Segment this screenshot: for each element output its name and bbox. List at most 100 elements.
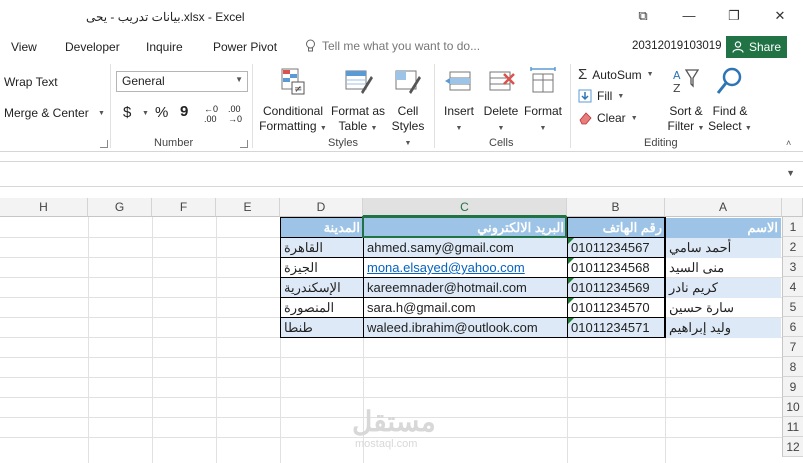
- alignment-launcher-icon[interactable]: [100, 140, 108, 148]
- column-header-g[interactable]: G: [88, 198, 152, 217]
- decrease-decimal-button[interactable]: .00 →0: [228, 104, 250, 124]
- row-header[interactable]: 1: [782, 217, 803, 237]
- cell-styles-button[interactable]: Cell Styles ▼: [388, 66, 428, 151]
- header-cell-phone[interactable]: رقم الهاتف: [568, 218, 665, 238]
- tab-developer[interactable]: Developer: [65, 40, 120, 54]
- format-button[interactable]: Format ▼: [522, 66, 564, 136]
- row-header[interactable]: 12: [782, 437, 803, 457]
- error-indicator-icon[interactable]: [568, 298, 574, 304]
- phone-cell[interactable]: 01011234567: [568, 238, 665, 258]
- phone-cell[interactable]: 01011234571: [568, 318, 665, 338]
- minimize-icon[interactable]: —: [674, 6, 704, 26]
- tab-power-pivot[interactable]: Power Pivot: [213, 40, 277, 54]
- merge-caret-icon[interactable]: ▼: [98, 110, 105, 117]
- merge-center-button[interactable]: Merge & Center: [4, 106, 89, 120]
- city-cell[interactable]: المنصورة: [281, 298, 363, 318]
- row-header[interactable]: 7: [782, 337, 803, 357]
- select-all-corner[interactable]: [782, 198, 803, 217]
- error-indicator-icon[interactable]: [568, 238, 574, 244]
- restore-icon[interactable]: ❐: [719, 6, 749, 26]
- error-indicator-icon[interactable]: [568, 278, 574, 284]
- email-cell[interactable]: waleed.ibrahim@outlook.com: [364, 318, 567, 338]
- column-header-c[interactable]: C: [363, 198, 567, 217]
- increase-decimal-button[interactable]: ←0 .00: [204, 104, 226, 124]
- chevron-down-icon: ▼: [697, 125, 705, 132]
- gridline: [0, 357, 782, 358]
- column-header-f[interactable]: F: [152, 198, 216, 217]
- row-header[interactable]: 4: [782, 277, 803, 297]
- lightbulb-icon: [306, 39, 315, 52]
- wrap-text-button[interactable]: Wrap Text: [4, 75, 58, 89]
- group-divider: [110, 64, 111, 148]
- conditional-formatting-button[interactable]: ≠ Conditional Formatting ▼: [258, 66, 328, 136]
- name-cell[interactable]: وليد إبراهيم: [666, 318, 781, 338]
- sort-label: Sort &: [669, 104, 703, 118]
- fill-button[interactable]: Fill ▼: [578, 89, 624, 103]
- share-button[interactable]: Share: [726, 36, 787, 58]
- city-cell[interactable]: القاهرة: [281, 238, 363, 258]
- row-header[interactable]: 5: [782, 297, 803, 317]
- gridline: [88, 217, 89, 463]
- autosum-button[interactable]: Σ AutoSum ▼: [578, 66, 654, 83]
- tab-view[interactable]: View: [11, 40, 37, 54]
- currency-caret-icon[interactable]: ▼: [142, 110, 149, 117]
- formula-bar[interactable]: ▼: [0, 161, 803, 187]
- header-cell-email[interactable]: البريد الالكتروني: [364, 218, 567, 238]
- email-cell[interactable]: sara.h@gmail.com: [364, 298, 567, 318]
- format-as-table-button[interactable]: Format as Table ▼: [330, 66, 386, 136]
- phone-cell[interactable]: 01011234568: [568, 258, 665, 278]
- header-cell-name[interactable]: الاسم: [666, 218, 781, 238]
- column-header-b[interactable]: B: [567, 198, 665, 217]
- table-border: [665, 217, 666, 338]
- styles-label: Styles: [391, 119, 425, 133]
- number-launcher-icon[interactable]: [240, 140, 248, 148]
- insert-button[interactable]: Insert ▼: [440, 66, 478, 136]
- sort-filter-icon: AZ: [673, 69, 700, 95]
- clear-button[interactable]: Clear ▼: [578, 111, 638, 125]
- column-header-d[interactable]: D: [280, 198, 363, 217]
- ribbon-display-icon[interactable]: ⧉: [628, 6, 658, 26]
- chevron-down-icon: ▼: [235, 75, 243, 84]
- fill-label: Fill: [597, 89, 613, 103]
- name-cell[interactable]: كريم نادر: [666, 278, 781, 298]
- comma-style-button[interactable]: 9: [180, 103, 188, 120]
- row-header[interactable]: 2: [782, 237, 803, 257]
- window-title: بيانات تدريب - يحى.xlsx - Excel: [86, 10, 245, 24]
- currency-button[interactable]: $: [123, 104, 131, 121]
- collapse-ribbon-icon[interactable]: ˄: [786, 138, 791, 148]
- city-cell[interactable]: طنطا: [281, 318, 363, 338]
- column-header-h[interactable]: H: [0, 198, 88, 217]
- phone-cell[interactable]: 01011234570: [568, 298, 665, 318]
- name-cell[interactable]: سارة حسين: [666, 298, 781, 318]
- row-header[interactable]: 10: [782, 397, 803, 417]
- row-header[interactable]: 11: [782, 417, 803, 437]
- close-icon[interactable]: ✕: [765, 6, 795, 26]
- group-divider: [434, 64, 435, 148]
- email-cell[interactable]: kareemnader@hotmail.com: [364, 278, 567, 298]
- error-indicator-icon[interactable]: [568, 258, 574, 264]
- percent-button[interactable]: %: [155, 104, 168, 121]
- expand-formula-icon[interactable]: ▼: [786, 168, 795, 178]
- email-cell[interactable]: ahmed.samy@gmail.com: [364, 238, 567, 258]
- row-header[interactable]: 8: [782, 357, 803, 377]
- tell-me-box[interactable]: Tell me what you want to do...: [305, 39, 480, 53]
- header-cell-city[interactable]: المدينة: [281, 218, 363, 238]
- phone-cell[interactable]: 01011234569: [568, 278, 665, 298]
- city-cell[interactable]: الإسكندرية: [281, 278, 363, 298]
- tab-inquire[interactable]: Inquire: [146, 40, 183, 54]
- row-header[interactable]: 3: [782, 257, 803, 277]
- sort-filter-button[interactable]: AZ Sort & Filter ▼: [666, 66, 706, 136]
- account-name[interactable]: 20312019103019: [632, 40, 722, 52]
- city-cell[interactable]: الجيزة: [281, 258, 363, 278]
- number-format-select[interactable]: General ▼: [116, 71, 248, 92]
- find-select-button[interactable]: Find & Select ▼: [708, 66, 752, 136]
- column-header-a[interactable]: A: [665, 198, 782, 217]
- email-link-cell[interactable]: mona.elsayed@yahoo.com: [364, 258, 567, 278]
- name-cell[interactable]: منى السيد: [666, 258, 781, 278]
- row-header[interactable]: 9: [782, 377, 803, 397]
- row-header[interactable]: 6: [782, 317, 803, 337]
- delete-button[interactable]: Delete ▼: [482, 66, 520, 136]
- column-header-e[interactable]: E: [216, 198, 280, 217]
- name-cell[interactable]: أحمد سامي: [666, 238, 781, 258]
- error-indicator-icon[interactable]: [568, 318, 574, 324]
